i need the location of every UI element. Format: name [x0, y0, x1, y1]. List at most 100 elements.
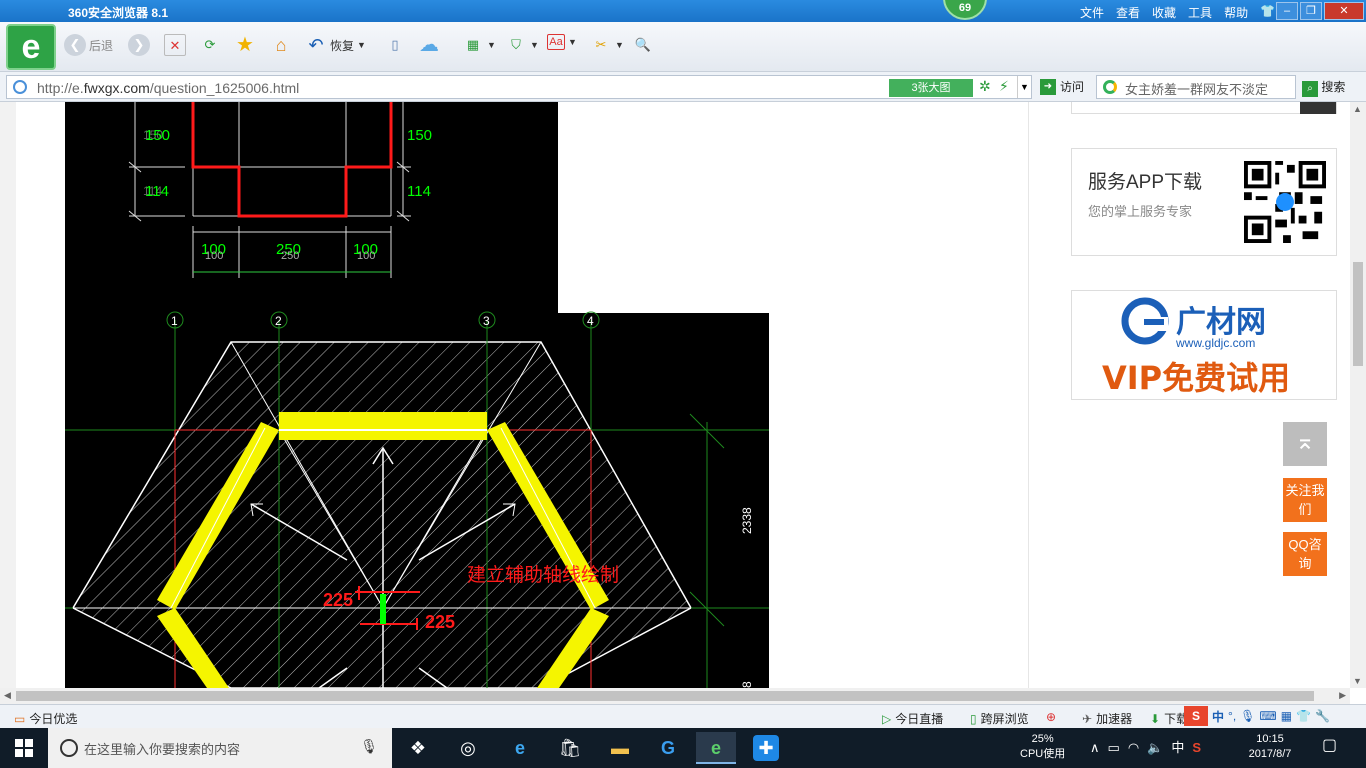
edge-icon: e — [514, 738, 525, 758]
taskbar-app-glodon[interactable]: G — [648, 732, 688, 764]
cross-screen-button[interactable]: ▯ 跨屏浏览 — [970, 710, 1029, 727]
accelerator-button[interactable]: ✈ 加速器 — [1082, 710, 1132, 727]
chevron-down-icon: ▼ — [530, 40, 539, 50]
reload-icon[interactable]: ✲ — [979, 78, 991, 95]
taskbar-search-input[interactable]: 在这里输入你要搜索的内容 🎙 — [48, 728, 392, 768]
today-pick-button[interactable]: ▭ 今日优选 — [14, 710, 77, 727]
follow-us-button[interactable]: 关注我们 — [1283, 478, 1327, 522]
apps-button[interactable]: ▦ ▼ — [462, 34, 496, 56]
menu-tools[interactable]: 工具 — [1188, 4, 1212, 21]
back-arrow-icon: ❮ — [64, 34, 86, 56]
taskbar-app-360browser[interactable]: e — [696, 732, 736, 764]
security-button[interactable]: ⊕ — [1046, 710, 1056, 724]
chevron-up-icon[interactable]: ∧ — [1090, 740, 1100, 755]
taskbar-app-browser[interactable]: ◎ — [448, 732, 488, 764]
maximize-button[interactable]: ❐ — [1300, 2, 1322, 20]
notification-badge[interactable]: 69 — [943, 0, 987, 20]
visit-button[interactable]: ➜ 访问 — [1040, 78, 1084, 95]
window-title: 360安全浏览器 8.1 — [68, 6, 169, 20]
battery-icon[interactable]: ▭ — [1108, 740, 1120, 755]
today-pick-label: 今日优选 — [29, 712, 78, 726]
clock[interactable]: 10:15 2017/8/7 — [1244, 732, 1296, 762]
accelerator-label: 加速器 — [1096, 712, 1133, 726]
qr-code-icon[interactable] — [1244, 161, 1326, 243]
search-input[interactable]: 女主娇羞一群网友不淡定 — [1096, 75, 1296, 99]
scroll-up-icon[interactable]: ▲ — [1353, 104, 1362, 114]
axis-label-2: 2 — [275, 314, 282, 328]
taskbar-search-placeholder: 在这里输入你要搜索的内容 — [84, 741, 241, 757]
minimize-button[interactable]: – — [1276, 2, 1298, 20]
system-tray: ∧ ▭ ◠ 🔈 中 S — [1090, 740, 1201, 755]
big-image-button[interactable]: 3张大图 — [889, 79, 973, 97]
scroll-down-icon[interactable]: ▼ — [1353, 676, 1362, 686]
vertical-scroll-thumb[interactable] — [1353, 262, 1363, 366]
translate-button[interactable]: Aa ▼ — [547, 34, 577, 50]
dim-150-right: 150 — [407, 127, 432, 144]
microphone-icon: 🎙 — [1240, 709, 1256, 723]
scroll-right-icon[interactable]: ▶ — [1339, 690, 1346, 701]
gldjc-ad-banner[interactable]: 广材网 www.gldjc.com VIP免费试用 — [1071, 290, 1337, 400]
forward-button[interactable]: ❯ — [128, 34, 150, 56]
qq-consult-button[interactable]: QQ咨询 — [1283, 532, 1327, 576]
restore-button[interactable]: ↶ 恢复 ▼ — [305, 34, 365, 56]
close-button[interactable]: ✕ — [1324, 2, 1364, 20]
ime-indicator[interactable]: 中 — [1171, 740, 1184, 755]
dropdown-chevron-icon[interactable]: ▼ — [1017, 76, 1031, 98]
grid-icon: ▦ — [1280, 709, 1293, 723]
download-button[interactable]: ⬇ 下载 — [1150, 710, 1188, 727]
cpu-usage[interactable]: 25% CPU使用 — [1020, 732, 1065, 762]
menu-help[interactable]: 帮助 — [1224, 4, 1248, 21]
dim-shadow-100-b: 100 — [357, 250, 375, 262]
menu-file[interactable]: 文件 — [1080, 4, 1104, 21]
live-button[interactable]: ▷ 今日直播 — [882, 710, 943, 727]
search-label: 搜索 — [1321, 80, 1346, 94]
taskbar-app-task-view[interactable]: ❖ — [398, 732, 438, 764]
menu-favorites[interactable]: 收藏 — [1152, 4, 1176, 21]
favorite-button[interactable]: ★ — [234, 34, 256, 56]
taskbar-app-store[interactable]: 🛍 — [550, 732, 590, 764]
home-button[interactable]: ⌂ — [270, 34, 292, 56]
wifi-icon[interactable]: ◠ — [1128, 740, 1139, 755]
annotation-text: 建立辅助轴线绘制 — [467, 564, 619, 586]
taskbar-app-explorer[interactable]: ▬ — [600, 732, 640, 764]
cpu-label: CPU使用 — [1020, 748, 1066, 760]
left-margin — [0, 102, 16, 688]
start-button[interactable] — [0, 728, 48, 768]
chevron-down-icon: ▼ — [615, 40, 624, 50]
chevron-down-icon: ▼ — [568, 37, 577, 47]
url-input[interactable]: http://e.fwxgx.com/question_1625006.html… — [6, 75, 1032, 99]
scroll-left-icon[interactable]: ◀ — [4, 690, 11, 701]
zoom-button[interactable]: 🔍 — [632, 34, 654, 56]
taskbar-app-plus[interactable]: ✚ — [746, 732, 786, 764]
stop-button[interactable]: ✕ — [164, 34, 186, 56]
sogou-icon: S — [1184, 706, 1208, 726]
skin-icon[interactable]: 👕 — [1260, 4, 1275, 21]
back-to-top-button[interactable]: ⌅ — [1283, 422, 1327, 466]
ime-toolbar[interactable]: S 中 °, 🎙 ⌨ ▦ 👕 🔧 — [1184, 706, 1330, 726]
dim-114-right: 114 — [407, 183, 431, 200]
volume-icon[interactable]: 🔈 — [1147, 740, 1163, 755]
sogou-tray-icon[interactable]: S — [1192, 740, 1201, 755]
vertical-scrollbar[interactable]: ▲ ▼ — [1350, 102, 1366, 688]
back-button[interactable]: ❮ 后退 — [64, 34, 113, 56]
screenshot-button[interactable]: ✂ ▼ — [590, 34, 624, 56]
app-download-card[interactable]: 服务APP下载 您的掌上服务专家 — [1071, 148, 1337, 256]
search-button[interactable]: ⌕ 搜索 — [1302, 78, 1345, 97]
taskbar-app-edge[interactable]: e — [500, 732, 540, 764]
microphone-icon[interactable]: 🎙 — [360, 738, 378, 755]
clock-date: 2017/8/7 — [1248, 748, 1292, 760]
horizontal-scroll-thumb[interactable] — [16, 691, 1314, 701]
cloud-button[interactable]: ☁ — [418, 34, 440, 56]
wallet-button[interactable]: ⛉ ▼ — [505, 34, 539, 56]
gift-icon: ▭ — [14, 711, 26, 726]
notification-center-button[interactable]: ▢ — [1322, 738, 1337, 754]
refresh-button[interactable]: ⟳ — [199, 34, 221, 56]
ad-logo-url: www.gldjc.com — [1175, 336, 1255, 350]
folder-icon: ▬ — [611, 738, 629, 758]
menu-view[interactable]: 查看 — [1116, 4, 1140, 21]
mobile-button[interactable]: ▯ — [384, 34, 406, 56]
speed-icon[interactable]: ⚡ — [999, 78, 1009, 95]
browser-logo[interactable]: e — [6, 24, 56, 70]
phone-icon: ▯ — [970, 711, 977, 726]
horizontal-scrollbar[interactable]: ◀ ▶ — [0, 688, 1350, 704]
